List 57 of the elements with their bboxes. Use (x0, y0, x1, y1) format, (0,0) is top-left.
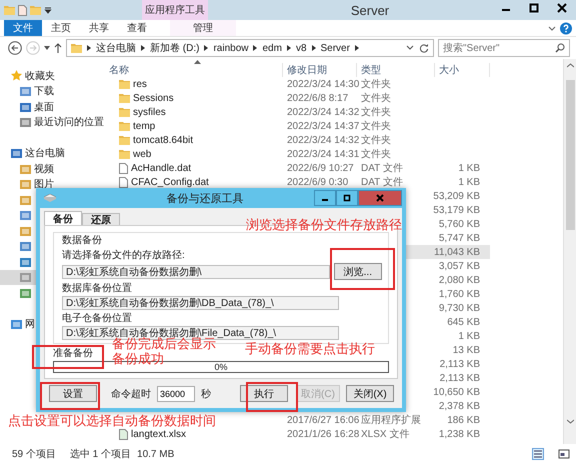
file-size: 2,113 KB (440, 372, 480, 384)
modified-date: 2022/3/24 14:30 (287, 78, 360, 90)
file-type: 文件夹 (361, 148, 391, 161)
file-size: 645 KB (447, 316, 480, 328)
file-size: 1,238 KB (438, 428, 480, 440)
group-title: 数据备份 (62, 235, 103, 247)
field-label: 电子仓备份位置 (62, 313, 133, 325)
selection-info: 选中 1 个项目 (70, 448, 132, 461)
file-type: 应用程序扩展 (361, 414, 421, 427)
field-label: 数据库备份位置 (62, 283, 133, 295)
file-size: 9,730 KB (438, 302, 480, 314)
modified-date: 2021/1/26 16:28 (287, 428, 360, 440)
file-type: 文件夹 (361, 92, 391, 105)
timeout-unit: 秒 (201, 388, 211, 400)
dialog-title: 备份与还原工具 (166, 192, 244, 206)
modified-date: 2022/3/24 14:31 (287, 148, 360, 160)
modified-date: 2022/6/9 10:27 (287, 162, 354, 174)
file-type: DAT 文件 (361, 176, 403, 189)
file-size: 53,179 KB (433, 204, 480, 216)
annotation-text: 浏览选择备份文件存放路径 (246, 218, 403, 233)
selection-size: 10.7 MB (137, 448, 174, 460)
file-size: 11,043 KB (434, 246, 480, 258)
file-size: 13 KB (452, 344, 480, 356)
file-type: XLSX 文件 (361, 428, 410, 441)
file-type: 文件夹 (361, 134, 391, 147)
annotation-text: 手动备份需要点击执行 (245, 342, 376, 357)
file-size: 1 KB (458, 330, 480, 342)
timeout-label: 命令超时 (111, 388, 151, 400)
file-size: 2,378 KB (438, 400, 480, 412)
status-text: 准备备份 (53, 348, 93, 360)
file-size: 186 KB (447, 414, 480, 426)
file-size: 2,080 KB (438, 274, 480, 286)
window-title: Server (350, 2, 390, 20)
field-label: 请选择备份文件的存放路径: (62, 250, 186, 262)
file-size: 2,113 KB (440, 358, 480, 370)
file-size: 1 KB (458, 162, 480, 174)
modified-date: 2022/3/24 14:32 (287, 106, 360, 118)
modified-date: 2017/6/27 16:06 (287, 414, 360, 426)
file-size: 3,057 KB (438, 260, 480, 272)
modified-date: 2022/3/24 14:37 (287, 120, 360, 132)
modified-date: 2022/6/8 8:17 (287, 92, 348, 104)
file-size: 5,760 KB (438, 218, 480, 230)
modified-date: 2022/6/9 0:30 (287, 176, 348, 188)
file-size: 1,760 KB (438, 288, 480, 300)
modified-date: 2022/3/24 14:32 (287, 134, 360, 146)
progress-reading: 0% (214, 362, 228, 372)
file-size: 10,650 KB (433, 386, 480, 398)
file-size: 1 KB (458, 176, 480, 188)
file-type: 文件夹 (361, 106, 391, 119)
file-type: 文件夹 (361, 120, 391, 133)
file-type: 文件夹 (361, 78, 391, 91)
file-size: 5,747 KB (438, 232, 480, 244)
file-size: 53,209 KB (433, 190, 480, 202)
annotation-text: 点击设置可以选择自动备份数据时间 (8, 414, 217, 429)
item-count: 59 个项目 (12, 448, 56, 461)
file-type: DAT 文件 (361, 162, 403, 175)
tool-group-label: 应用程序工具 (142, 0, 208, 20)
